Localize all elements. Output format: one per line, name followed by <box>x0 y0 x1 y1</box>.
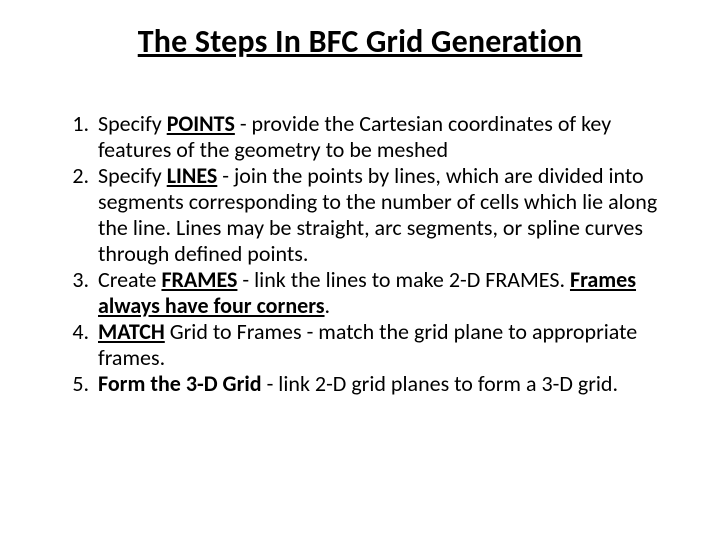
step-keyword: FRAMES <box>161 266 237 293</box>
slide-title: The Steps In BFC Grid Generation <box>40 18 680 61</box>
list-item: Specify POINTS - provide the Cartesian c… <box>94 111 662 163</box>
step-keyword: MATCH <box>98 318 165 345</box>
step-text: - link 2-D grid planes to form a 3-D gri… <box>262 370 618 397</box>
list-item: Specify LINES - join the points by lines… <box>94 163 662 267</box>
list-item: MATCH Grid to Frames - match the grid pl… <box>94 319 662 371</box>
step-keyword: POINTS <box>167 110 235 137</box>
step-tail: . <box>325 292 331 319</box>
step-text: Grid to Frames - match the grid plane to… <box>98 318 637 371</box>
step-lead: Create <box>98 266 161 293</box>
step-lead: Specify <box>98 110 167 137</box>
list-item: Form the 3-D Grid - link 2-D grid planes… <box>94 371 662 397</box>
list-item: Create FRAMES - link the lines to make 2… <box>94 267 662 319</box>
step-keyword: Form the 3-D Grid <box>98 370 262 397</box>
step-keyword: LINES <box>167 162 218 189</box>
step-text: - link the lines to make 2-D FRAMES. <box>237 266 570 293</box>
steps-list: Specify POINTS - provide the Cartesian c… <box>54 111 680 396</box>
slide: The Steps In BFC Grid Generation Specify… <box>0 0 720 540</box>
step-lead: Specify <box>98 162 167 189</box>
